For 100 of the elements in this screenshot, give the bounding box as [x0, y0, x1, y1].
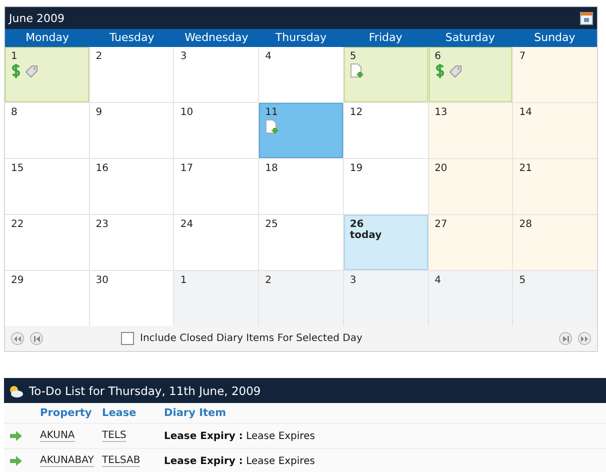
day-number: 13	[434, 107, 448, 118]
day-number: 1	[11, 51, 18, 62]
day-cell[interactable]: 25	[259, 215, 343, 270]
day-cell[interactable]: 7	[513, 47, 597, 102]
day-number: 22	[11, 219, 24, 230]
day-cell[interactable]: 16	[90, 159, 174, 214]
property-link[interactable]: AKUNABAY	[40, 455, 94, 467]
day-number: 11	[265, 107, 278, 118]
day-number: 12	[350, 107, 363, 118]
double-right-arrow-icon	[581, 336, 588, 342]
lease-link[interactable]: TELSAB	[102, 455, 140, 467]
day-cell[interactable]: 1	[5, 47, 89, 102]
day-cell[interactable]: 19	[344, 159, 428, 214]
day-cell[interactable]: 4	[259, 47, 343, 102]
day-number: 2	[96, 51, 102, 62]
double-left-arrow-icon	[14, 336, 21, 342]
day-cell[interactable]: 21	[513, 159, 597, 214]
day-cell[interactable]: 28	[513, 215, 597, 270]
day-cell[interactable]: 12	[344, 103, 428, 158]
tag-icon	[448, 64, 463, 78]
dollar-icon	[434, 63, 445, 79]
day-cell[interactable]: 14	[513, 103, 597, 158]
day-cell[interactable]: 15	[5, 159, 89, 214]
tag-icon	[25, 64, 39, 78]
todo-title: To-Do List for Thursday, 11th June, 2009	[29, 384, 261, 398]
day-number: 14	[519, 107, 532, 118]
day-number: 26	[350, 219, 364, 230]
day-number: 28	[519, 219, 532, 230]
day-number: 21	[519, 163, 532, 174]
day-number: 4	[434, 275, 441, 286]
next-button[interactable]	[559, 332, 572, 345]
document-download-icon	[265, 119, 280, 135]
weekday-header: Monday	[24, 30, 70, 46]
day-cell[interactable]: 10	[174, 103, 258, 158]
column-header: Property	[39, 407, 93, 419]
weekday-header: Tuesday	[108, 30, 156, 46]
day-cell[interactable]: 30	[90, 271, 174, 326]
day-cell[interactable]: 11	[259, 103, 343, 158]
weekday-header: Wednesday	[184, 30, 250, 46]
day-number: 7	[519, 51, 526, 62]
day-number: 16	[96, 163, 108, 174]
day-number: 5	[350, 51, 356, 62]
weekday-header: Saturday	[444, 30, 496, 46]
day-number: 23	[96, 219, 108, 230]
first-page-button[interactable]	[11, 332, 24, 345]
day-number: 5	[519, 275, 526, 286]
day-cell[interactable]: 3	[344, 271, 428, 326]
day-cell[interactable]: 24	[174, 215, 258, 270]
weekday-header: Friday	[368, 30, 404, 46]
diary-item: Lease Expiry : Lease Expires	[163, 430, 316, 442]
arrow-icon[interactable]	[10, 431, 22, 441]
day-cell[interactable]: 9	[90, 103, 174, 158]
day-cell[interactable]: 20	[428, 159, 512, 214]
day-number: 24	[180, 219, 194, 230]
day-cell[interactable]: 22	[5, 215, 89, 270]
day-cell[interactable]: 2	[90, 47, 174, 102]
day-number: 8	[11, 107, 18, 118]
day-number: 30	[96, 275, 108, 286]
day-cell[interactable]: 4	[428, 271, 512, 326]
day-number: 29	[11, 275, 24, 286]
day-cell[interactable]: 8	[5, 103, 89, 158]
day-cell[interactable]: 18	[259, 159, 343, 214]
day-number: 6	[434, 51, 441, 62]
day-cell[interactable]: 1	[174, 271, 258, 326]
day-number: 3	[180, 51, 187, 62]
calendar-icon[interactable]	[580, 12, 593, 24]
day-cell[interactable]: 5	[344, 47, 428, 102]
day-cell[interactable]: 27	[428, 215, 512, 270]
day-number: 20	[434, 163, 448, 174]
day-number: 25	[265, 219, 278, 230]
dollar-icon	[11, 63, 21, 79]
today-label: today	[350, 230, 382, 241]
lease-link[interactable]: TELS	[102, 430, 126, 442]
day-cell[interactable]: 26 today	[344, 215, 428, 270]
day-number: 27	[434, 219, 448, 230]
column-header: Lease	[101, 407, 138, 419]
day-cell[interactable]: 3	[174, 47, 258, 102]
checkbox-label: Include Closed Diary Items For Selected Day	[140, 333, 362, 344]
day-cell[interactable]: 6	[428, 47, 512, 102]
day-cell[interactable]: 5	[513, 271, 597, 326]
day-cell[interactable]: 13	[428, 103, 512, 158]
skip-right-icon	[562, 336, 568, 342]
document-download-icon	[350, 63, 364, 79]
day-number: 10	[180, 107, 194, 118]
day-cell[interactable]: 17	[174, 159, 258, 214]
month-title: June 2009	[9, 12, 64, 24]
day-number: 18	[265, 163, 278, 174]
last-page-button[interactable]	[578, 332, 591, 345]
column-header: Diary Item	[163, 407, 228, 419]
weather-icon	[8, 384, 24, 398]
day-cell[interactable]: 29	[5, 271, 89, 326]
checkbox[interactable]	[121, 332, 134, 345]
day-cell[interactable]: 23	[90, 215, 174, 270]
day-number: 1	[180, 275, 187, 286]
property-link[interactable]: AKUNA	[40, 430, 75, 442]
weekday-header: Thursday	[274, 30, 328, 46]
skip-left-icon	[34, 336, 40, 342]
previous-button[interactable]	[30, 332, 43, 345]
day-cell[interactable]: 2	[259, 271, 343, 326]
arrow-icon[interactable]	[10, 456, 22, 466]
